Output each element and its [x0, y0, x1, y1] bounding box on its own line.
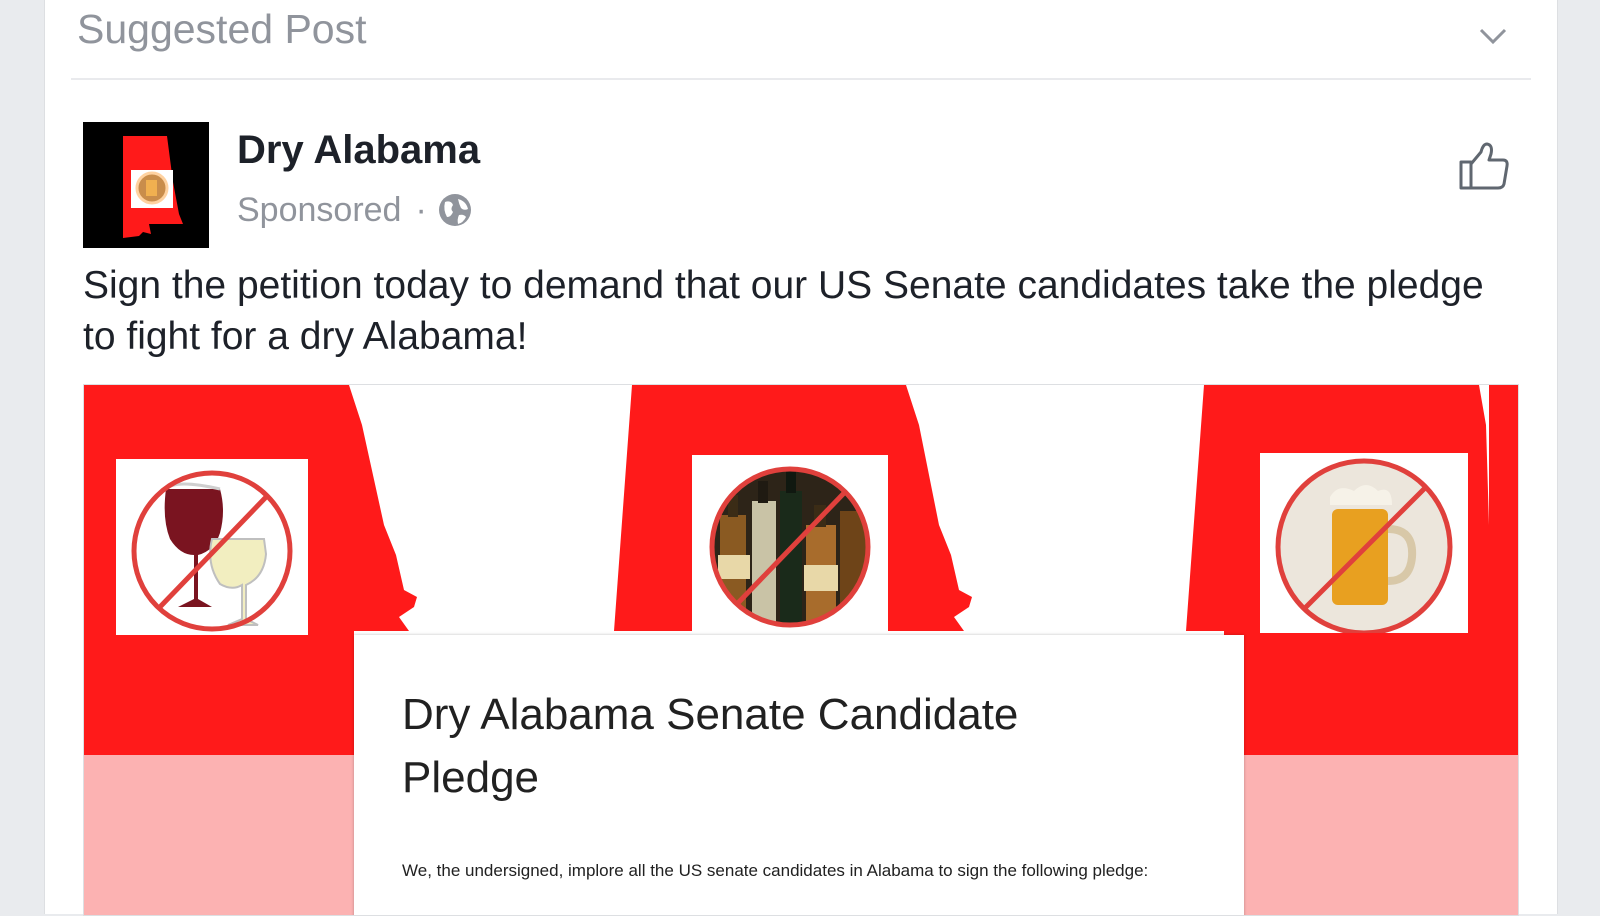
- page-name-link[interactable]: Dry Alabama: [237, 128, 480, 173]
- no-liquor-icon: [692, 455, 888, 633]
- globe-icon[interactable]: [437, 192, 473, 228]
- suggested-post-header: Suggested Post: [77, 6, 367, 52]
- page-avatar[interactable]: [83, 122, 209, 248]
- chevron-down-icon[interactable]: [1477, 22, 1509, 50]
- pledge-body-text: We, the undersigned, implore all the US …: [402, 861, 1149, 880]
- suggested-post-card: Suggested Post Dry Alabama Sponsored · S…: [44, 0, 1558, 916]
- no-beer-icon: [1260, 453, 1468, 633]
- pledge-title: Dry Alabama Senate Candidate Pledge: [402, 690, 1019, 802]
- ad-image[interactable]: Dry Alabama Senate Candidate Pledge We, …: [83, 384, 1519, 916]
- pledge-form-card: Dry Alabama Senate Candidate Pledge We, …: [354, 635, 1244, 915]
- post-text: Sign the petition today to demand that o…: [83, 264, 1484, 358]
- meta-separator: ·: [415, 190, 427, 229]
- header-divider: [71, 78, 1531, 80]
- post-meta: Sponsored ·: [237, 188, 473, 232]
- sponsored-label[interactable]: Sponsored: [237, 191, 401, 230]
- no-wine-icon: [116, 459, 308, 635]
- thumbs-up-icon[interactable]: [1457, 140, 1511, 192]
